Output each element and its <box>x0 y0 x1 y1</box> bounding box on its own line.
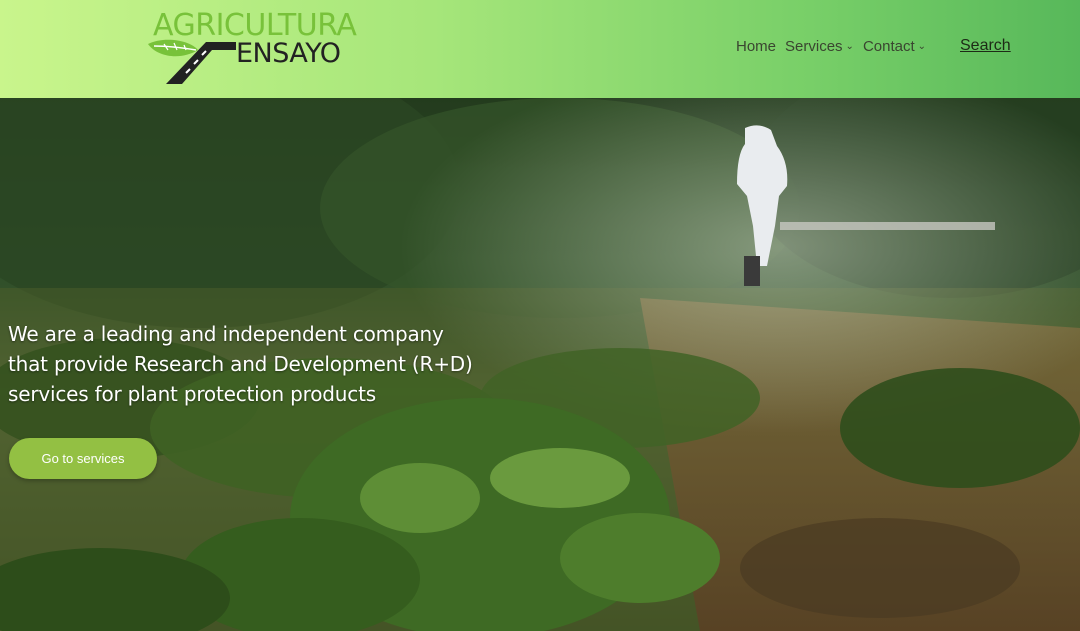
site-header: AGRICULTURA ENSAYO Home Services ⌄ Conta… <box>0 0 1080 98</box>
nav-label-contact: Contact <box>862 38 915 55</box>
nav-label-home: Home <box>736 38 777 55</box>
brand-logo[interactable]: AGRICULTURA ENSAYO <box>146 8 357 88</box>
nav-item-contact[interactable]: Contact ⌄ <box>863 38 926 55</box>
search-link[interactable]: Search <box>960 37 1011 55</box>
chevron-down-icon: ⌄ <box>845 41 854 52</box>
nav-item-services[interactable]: Services ⌄ <box>785 38 854 55</box>
logo-title-ensayo: ENSAYO <box>236 38 341 69</box>
chevron-down-icon: ⌄ <box>917 41 927 52</box>
nav-label-services: Services <box>785 38 843 55</box>
go-to-services-button[interactable]: Go to services <box>9 438 157 479</box>
hero-banner: We are a leading and independent company… <box>0 98 1080 631</box>
leaf-road-icon <box>148 39 236 84</box>
nav-item-home[interactable]: Home <box>736 38 776 55</box>
hero-headline: We are a leading and independent company… <box>8 322 473 406</box>
main-nav: Home Services ⌄ Contact ⌄ <box>736 38 935 55</box>
